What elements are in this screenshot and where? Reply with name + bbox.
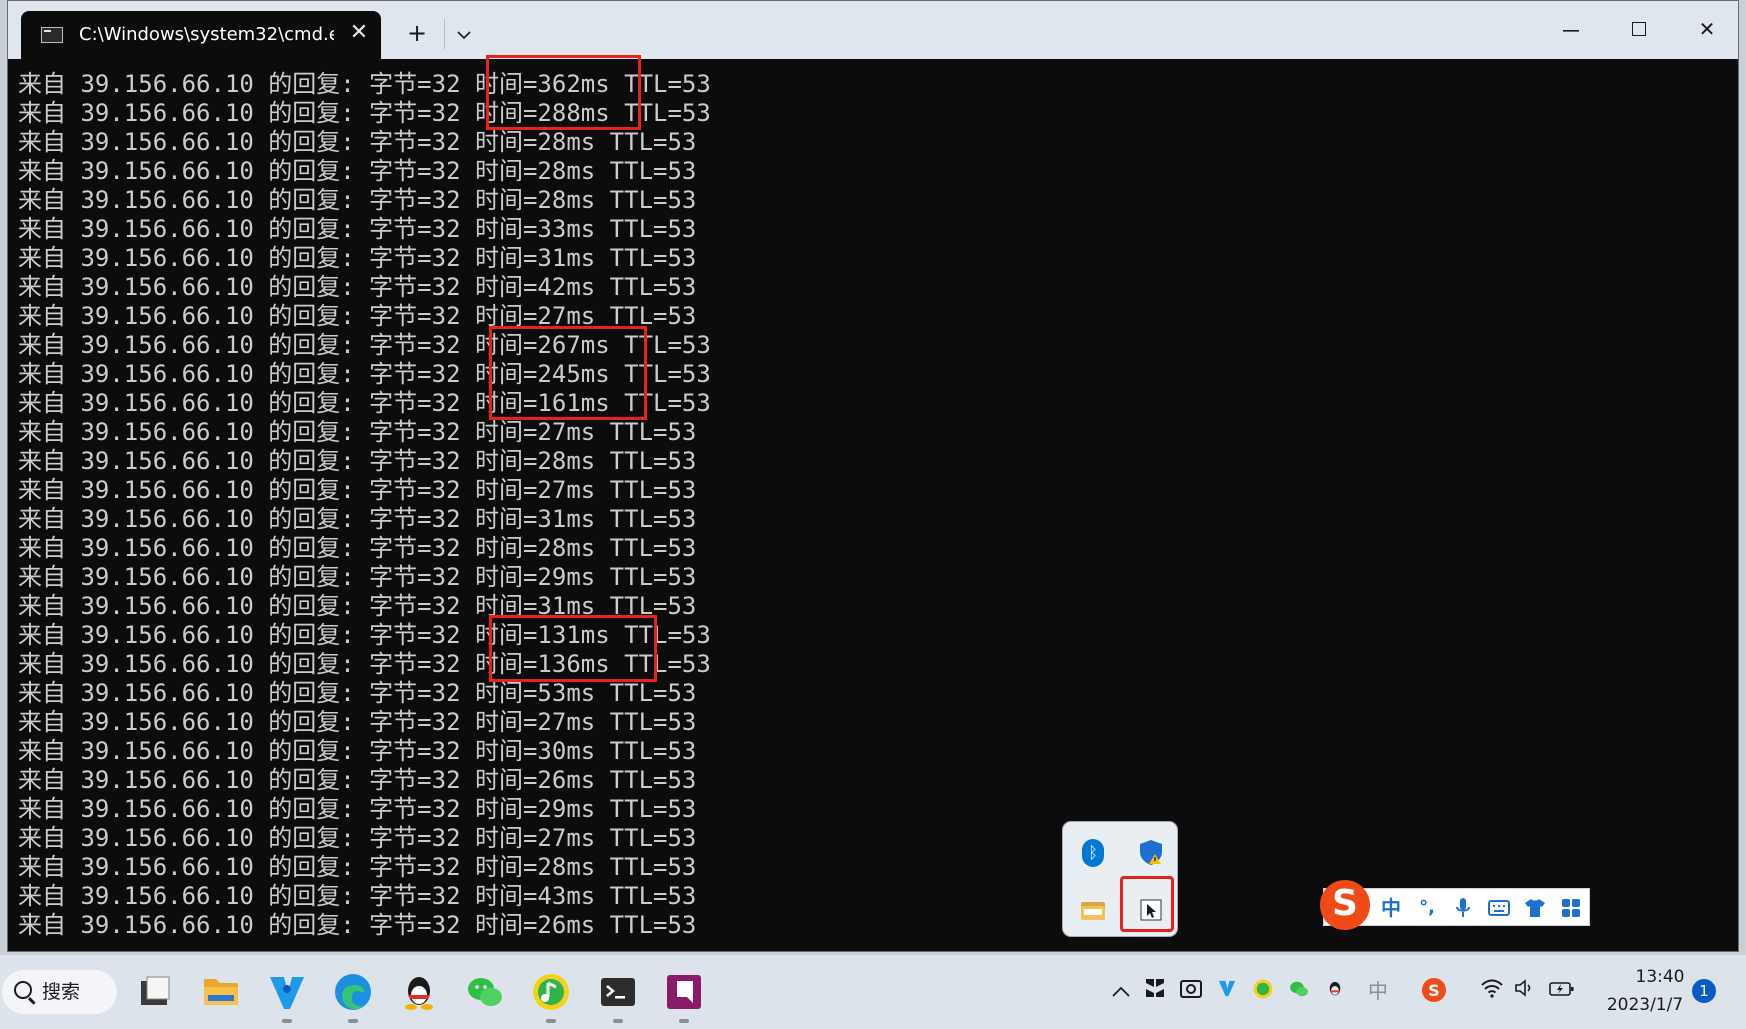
vpn-app-icon[interactable]: [264, 969, 310, 1023]
wifi-icon[interactable]: [1478, 977, 1506, 1005]
cmd-window: C:\Windows\system32\cmd.e ✕ + ✕ 来自 39.15…: [7, 0, 1739, 952]
console-line: 来自 39.156.66.10 的回复: 字节=32 时间=131ms TTL=…: [18, 621, 711, 649]
keyboard-icon[interactable]: [1484, 893, 1514, 923]
battery-icon[interactable]: [1548, 977, 1576, 1005]
minimize-icon: [1563, 29, 1579, 32]
maximize-button[interactable]: [1609, 7, 1669, 51]
console-line: 来自 39.156.66.10 的回复: 字节=32 时间=31ms TTL=5…: [18, 244, 697, 272]
running-indicator: [613, 1019, 623, 1023]
maximize-icon: [1632, 22, 1646, 36]
scrollbar[interactable]: [1732, 59, 1738, 951]
svg-text:S: S: [1428, 981, 1440, 1000]
highlight-box: [486, 55, 641, 130]
console-line: 来自 39.156.66.10 的回复: 字节=32 时间=29ms TTL=5…: [18, 795, 697, 823]
console-line: 来自 39.156.66.10 的回复: 字节=32 时间=42ms TTL=5…: [18, 273, 697, 301]
highlight-box: [489, 615, 657, 682]
console-line: 来自 39.156.66.10 的回复: 字节=32 时间=27ms TTL=5…: [18, 476, 697, 504]
ime-punctuation-toggle[interactable]: °,: [1412, 893, 1442, 923]
wechat-tray-icon[interactable]: [1285, 977, 1313, 1005]
tab-separator: [444, 19, 445, 49]
wechat-icon[interactable]: [462, 969, 508, 1015]
bluetooth-icon[interactable]: ᛒ: [1082, 839, 1104, 867]
notification-badge[interactable]: 1: [1692, 979, 1716, 1003]
file-explorer-icon[interactable]: [131, 969, 177, 1015]
console-line: 来自 39.156.66.10 的回复: 字节=32 时间=28ms TTL=5…: [18, 534, 697, 562]
ime-mode-toggle[interactable]: 中: [1376, 893, 1406, 923]
search-icon: [14, 981, 32, 999]
console-line: 来自 39.156.66.10 的回复: 字节=32 时间=28ms TTL=5…: [18, 128, 697, 156]
running-indicator: [546, 1019, 556, 1023]
music-app-icon[interactable]: [528, 969, 574, 1023]
console-line: 来自 39.156.66.10 的回复: 字节=32 时间=288ms TTL=…: [18, 99, 711, 127]
cmd-icon: [41, 27, 63, 43]
running-indicator: [282, 1019, 292, 1023]
close-button[interactable]: ✕: [1677, 7, 1737, 51]
onenote-icon[interactable]: [661, 969, 707, 1023]
screenshot-tray-icon[interactable]: [1177, 977, 1205, 1005]
console-line: 来自 39.156.66.10 的回复: 字节=32 时间=136ms TTL=…: [18, 650, 711, 678]
console-line: 来自 39.156.66.10 的回复: 字节=32 时间=29ms TTL=5…: [18, 563, 697, 591]
tab-cmd[interactable]: C:\Windows\system32\cmd.e ✕: [21, 11, 381, 59]
toolbox-icon[interactable]: [1556, 893, 1586, 923]
sogou-ime-logo[interactable]: S: [1320, 880, 1370, 930]
qq-tray-icon[interactable]: [1321, 977, 1349, 1005]
security-shield-icon[interactable]: [1137, 838, 1165, 866]
tray-overflow-popup: ᛒ: [1062, 821, 1178, 937]
console-line: 来自 39.156.66.10 的回复: 字节=32 时间=267ms TTL=…: [18, 331, 711, 359]
console-line: 来自 39.156.66.10 的回复: 字节=32 时间=31ms TTL=5…: [18, 505, 697, 533]
qq-icon[interactable]: [396, 969, 442, 1015]
new-tab-button[interactable]: +: [401, 17, 433, 49]
folder-icon[interactable]: [198, 969, 244, 1015]
microphone-icon[interactable]: [1448, 893, 1478, 923]
edge-icon[interactable]: [330, 969, 376, 1023]
clock-date[interactable]: 2023/1/7: [1600, 995, 1690, 1015]
console-line: 来自 39.156.66.10 的回复: 字节=32 时间=27ms TTL=5…: [18, 824, 697, 852]
console-line: 来自 39.156.66.10 的回复: 字节=32 时间=28ms TTL=5…: [18, 447, 697, 475]
vpn-tray-icon[interactable]: [1213, 977, 1241, 1005]
taskbar: 搜索 中 S 13:40 2023/1/7 1: [0, 955, 1746, 1029]
tab-title: C:\Windows\system32\cmd.e: [79, 24, 334, 45]
console-line: 来自 39.156.66.10 的回复: 字节=32 时间=33ms TTL=5…: [18, 215, 697, 243]
console-line: 来自 39.156.66.10 的回复: 字节=32 时间=362ms TTL=…: [18, 70, 711, 98]
console-line: 来自 39.156.66.10 的回复: 字节=32 时间=28ms TTL=5…: [18, 186, 697, 214]
volume-icon[interactable]: [1512, 977, 1540, 1005]
ime-indicator[interactable]: 中: [1364, 977, 1392, 1005]
highlight-box: [489, 326, 647, 420]
app-tray-icon[interactable]: [1141, 977, 1169, 1005]
minimize-button[interactable]: [1541, 7, 1601, 51]
title-bar: C:\Windows\system32\cmd.e ✕ + ✕: [8, 1, 1738, 59]
console-line: 来自 39.156.66.10 的回复: 字节=32 时间=53ms TTL=5…: [18, 679, 697, 707]
console-line: 来自 39.156.66.10 的回复: 字节=32 时间=31ms TTL=5…: [18, 592, 697, 620]
terminal-icon[interactable]: [595, 969, 641, 1023]
highlight-box: [1120, 876, 1174, 932]
running-indicator: [679, 1019, 689, 1023]
folder-icon[interactable]: [1079, 896, 1107, 924]
console-output: 来自 39.156.66.10 的回复: 字节=32 时间=362ms TTL=…: [18, 70, 1718, 940]
console-line: 来自 39.156.66.10 的回复: 字节=32 时间=27ms TTL=5…: [18, 418, 697, 446]
skin-icon[interactable]: [1520, 893, 1550, 923]
console-line: 来自 39.156.66.10 的回复: 字节=32 时间=28ms TTL=5…: [18, 853, 697, 881]
chevron-down-icon: [457, 31, 471, 40]
console-line: 来自 39.156.66.10 的回复: 字节=32 时间=26ms TTL=5…: [18, 766, 697, 794]
music-tray-icon[interactable]: [1249, 977, 1277, 1005]
console-line: 来自 39.156.66.10 的回复: 字节=32 时间=30ms TTL=5…: [18, 737, 697, 765]
console-line: 来自 39.156.66.10 的回复: 字节=32 时间=161ms TTL=…: [18, 389, 711, 417]
search-label: 搜索: [42, 981, 81, 1003]
running-indicator: [348, 1019, 358, 1023]
tab-dropdown-button[interactable]: [448, 17, 480, 49]
clock-time[interactable]: 13:40: [1630, 967, 1690, 987]
console-line: 来自 39.156.66.10 的回复: 字节=32 时间=27ms TTL=5…: [18, 302, 697, 330]
chevron-up-icon[interactable]: [1107, 977, 1135, 1005]
console-line: 来自 39.156.66.10 的回复: 字节=32 时间=27ms TTL=5…: [18, 708, 697, 736]
sogou-tray-icon[interactable]: S: [1420, 977, 1448, 1005]
console-line: 来自 39.156.66.10 的回复: 字节=32 时间=28ms TTL=5…: [18, 157, 697, 185]
console-line: 来自 39.156.66.10 的回复: 字节=32 时间=245ms TTL=…: [18, 360, 711, 388]
tab-close-button[interactable]: ✕: [347, 21, 371, 45]
search-box[interactable]: 搜索: [2, 970, 117, 1014]
